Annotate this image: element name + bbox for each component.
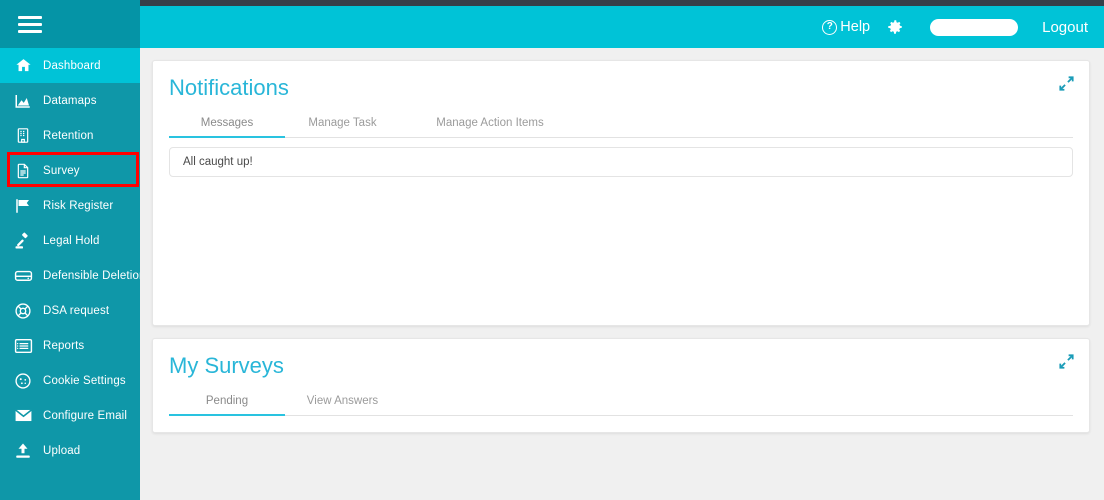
envelope-icon [13,406,33,426]
sidebar-item-label: Defensible Deletion [43,269,146,282]
expand-arrows-icon[interactable] [1058,75,1075,92]
gavel-icon [13,231,33,251]
main-content: Notifications Messages Manage Task Manag… [140,48,1104,500]
list-icon [13,336,33,356]
building-icon [13,126,33,146]
tab-pending[interactable]: Pending [169,389,285,416]
hamburger-icon[interactable] [18,15,42,33]
upload-icon [13,441,33,461]
sidebar-item-label: Reports [43,339,85,352]
sidebar-item-label: Risk Register [43,199,114,212]
sidebar-item-legal-hold[interactable]: Legal Hold [0,223,140,258]
sidebar: Dashboard Datamaps Retention Survey Risk… [0,0,145,500]
tab-manage-action-items[interactable]: Manage Action Items [400,111,580,138]
sidebar-item-label: Survey [43,164,80,177]
chart-area-icon [13,91,33,111]
my-surveys-tabs: Pending View Answers [169,389,1073,416]
sidebar-item-datamaps[interactable]: Datamaps [0,83,140,118]
sidebar-item-label: Configure Email [43,409,128,422]
logout-button[interactable]: Logout [1042,19,1088,36]
notifications-title: Notifications [169,75,289,100]
sidebar-item-survey[interactable]: Survey [0,153,140,188]
sidebar-item-reports[interactable]: Reports [0,328,140,363]
document-icon [13,161,33,181]
sidebar-item-defensible-deletion[interactable]: Defensible Deletion [0,258,145,293]
notifications-card: Notifications Messages Manage Task Manag… [152,60,1090,326]
hard-drive-icon [13,266,33,286]
sidebar-item-risk-register[interactable]: Risk Register [0,188,140,223]
header-actions: ? Help Logout [822,18,1088,36]
lifebuoy-icon [13,301,33,321]
question-circle-icon: ? [822,19,838,35]
top-header-bar: ? Help Logout [140,6,1104,48]
flag-icon [13,196,33,216]
help-button[interactable]: ? Help [822,19,870,35]
tab-manage-task[interactable]: Manage Task [285,111,400,138]
help-label: Help [840,19,871,35]
my-surveys-title: My Surveys [169,353,284,378]
sidebar-item-label: DSA request [43,304,110,317]
user-name-pill[interactable] [930,18,1019,36]
notifications-body: All caught up! [169,147,1073,325]
sidebar-item-cookie-settings[interactable]: Cookie Settings [0,363,140,398]
sidebar-item-upload[interactable]: Upload [0,433,140,468]
gear-icon[interactable] [886,18,904,36]
my-surveys-card: My Surveys Pending View Answers [152,338,1090,433]
home-icon [13,56,33,76]
sidebar-item-dashboard[interactable]: Dashboard [0,48,140,83]
sidebar-item-configure-email[interactable]: Configure Email [0,398,140,433]
tab-messages[interactable]: Messages [169,111,285,138]
sidebar-item-label: Legal Hold [43,234,100,247]
my-surveys-body [169,416,1073,432]
sidebar-item-retention[interactable]: Retention [0,118,140,153]
sidebar-header [0,0,140,48]
cookie-icon [13,371,33,391]
sidebar-item-label: Cookie Settings [43,374,126,387]
sidebar-item-label: Retention [43,129,94,142]
sidebar-item-label: Datamaps [43,94,97,107]
sidebar-item-label: Dashboard [43,59,101,72]
expand-arrows-icon[interactable] [1058,353,1075,370]
sidebar-item-label: Upload [43,444,81,457]
notifications-tabs: Messages Manage Task Manage Action Items [169,111,1073,138]
notifications-empty-message: All caught up! [169,147,1073,177]
tab-view-answers[interactable]: View Answers [285,389,400,416]
sidebar-item-dsa-request[interactable]: DSA request [0,293,140,328]
